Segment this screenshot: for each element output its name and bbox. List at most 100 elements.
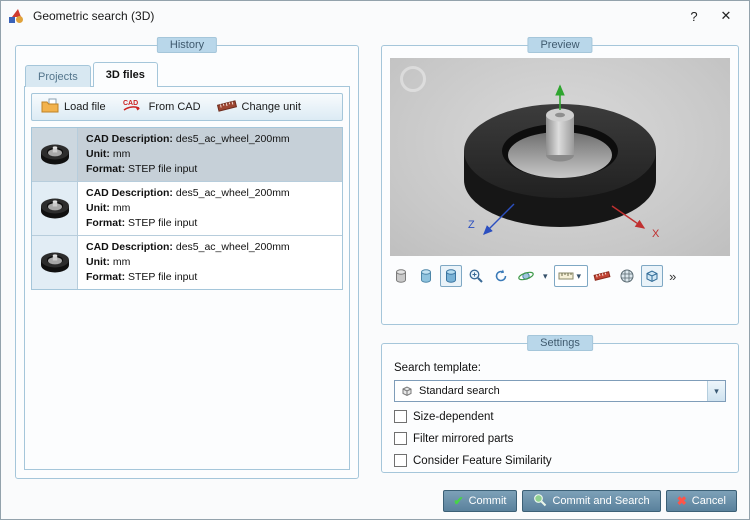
files-tab-panel: Load file CAD From CAD Change unit CAD D… — [24, 86, 350, 470]
settings-group: Settings Search template: Standard searc… — [381, 335, 739, 473]
fit-view-icon[interactable] — [490, 265, 512, 287]
load-file-button[interactable]: Load file — [41, 98, 106, 116]
file-meta: CAD Description: des5_ac_wheel_200mm Uni… — [78, 236, 298, 289]
commit-and-search-label: Commit and Search — [552, 495, 650, 507]
solid-cylinder-view-icon[interactable] — [390, 265, 412, 287]
app-icon — [8, 7, 26, 25]
feature-similarity-row[interactable]: Consider Feature Similarity — [394, 454, 552, 467]
cad-icon: CAD — [122, 98, 144, 116]
chevron-down-icon: ▾ — [714, 385, 719, 396]
field-label: Format: — [86, 271, 126, 283]
file-toolbar: Load file CAD From CAD Change unit — [31, 93, 343, 121]
file-meta-row: Unit: mm — [86, 147, 290, 162]
red-ruler-icon[interactable] — [591, 265, 613, 287]
field-label: Unit: — [86, 256, 110, 268]
history-group-label: History — [156, 37, 218, 53]
search-template-icon — [401, 385, 413, 397]
shaded-cylinder-view-icon[interactable] — [415, 265, 437, 287]
file-meta-row: Format: STEP file input — [86, 162, 290, 177]
field-value: mm — [112, 202, 131, 214]
file-meta-row: CAD Description: des5_ac_wheel_200mm — [86, 240, 290, 255]
close-button[interactable]: ✕ — [710, 3, 742, 29]
toolbar-overflow-chevron[interactable]: » — [669, 269, 676, 284]
field-value: des5_ac_wheel_200mm — [175, 133, 290, 145]
file-list-item[interactable]: CAD Description: des5_ac_wheel_200mm Uni… — [32, 128, 342, 182]
field-value: des5_ac_wheel_200mm — [175, 241, 290, 253]
history-tabs: Projects 3D files — [25, 62, 160, 87]
from-cad-button[interactable]: CAD From CAD — [122, 98, 201, 116]
combo-dropdown-button[interactable]: ▾ — [707, 381, 725, 401]
wheel-thumbnail — [32, 236, 78, 289]
cancel-button[interactable]: ✖ Cancel — [665, 490, 737, 512]
help-button[interactable]: ? — [678, 3, 710, 29]
tab-3d-files[interactable]: 3D files — [92, 62, 158, 87]
search-commit-icon — [533, 493, 547, 510]
file-list: CAD Description: des5_ac_wheel_200mm Uni… — [31, 127, 343, 290]
change-unit-label: Change unit — [241, 101, 301, 113]
file-meta-row: CAD Description: des5_ac_wheel_200mm — [86, 186, 290, 201]
window-title: Geometric search (3D) — [33, 9, 155, 23]
search-template-value: Standard search — [419, 385, 500, 397]
x-axis-label: X — [652, 228, 660, 240]
preview-group-label: Preview — [527, 37, 593, 53]
field-label: Unit: — [86, 202, 110, 214]
field-label: Format: — [86, 163, 126, 175]
file-meta-row: CAD Description: des5_ac_wheel_200mm — [86, 132, 290, 147]
svg-text:CAD: CAD — [123, 100, 138, 107]
preview-group: Preview Z X ▾ ▾ » — [381, 37, 739, 325]
file-list-item[interactable]: CAD Description: des5_ac_wheel_200mm Uni… — [32, 182, 342, 236]
size-dependent-label: Size-dependent — [413, 410, 494, 423]
geometric-search-dialog: Geometric search (3D) ? ✕ History Projec… — [0, 0, 750, 520]
load-file-icon — [41, 98, 59, 116]
cancel-label: Cancel — [691, 495, 726, 507]
wheel-thumbnail — [32, 128, 78, 181]
filter-mirrored-row[interactable]: Filter mirrored parts — [394, 432, 513, 445]
field-value: mm — [112, 148, 131, 160]
from-cad-label: From CAD — [148, 101, 201, 113]
preview-viewport[interactable]: Z X — [390, 58, 730, 256]
field-label: CAD Description: — [86, 187, 173, 199]
footer-buttons: ✔ Commit Commit and Search ✖ Cancel — [442, 490, 737, 512]
tab-projects[interactable]: Projects — [25, 65, 91, 87]
change-unit-button[interactable]: Change unit — [216, 99, 301, 116]
file-meta-row: Format: STEP file input — [86, 216, 290, 231]
field-label: CAD Description: — [86, 133, 173, 145]
field-label: CAD Description: — [86, 241, 173, 253]
file-meta: CAD Description: des5_ac_wheel_200mm Uni… — [78, 182, 298, 235]
size-dependent-checkbox[interactable] — [394, 410, 407, 423]
settings-group-label: Settings — [527, 335, 593, 351]
active-cylinder-view-icon[interactable] — [440, 265, 462, 287]
field-value: STEP file input — [128, 271, 198, 283]
mesh-sphere-icon[interactable] — [616, 265, 638, 287]
filter-mirrored-checkbox[interactable] — [394, 432, 407, 445]
zoom-in-icon[interactable] — [465, 265, 487, 287]
measure-tool-dropdown[interactable]: ▾ — [553, 265, 589, 287]
clip-box-icon[interactable] — [641, 265, 664, 287]
x-icon: ✖ — [676, 494, 687, 508]
chevron-down-icon: ▾ — [576, 270, 582, 281]
file-meta-row: Format: STEP file input — [86, 270, 290, 285]
feature-similarity-label: Consider Feature Similarity — [413, 454, 552, 467]
wheel-3d-model: Z X — [464, 84, 660, 240]
size-dependent-row[interactable]: Size-dependent — [394, 410, 494, 423]
file-list-item[interactable]: CAD Description: des5_ac_wheel_200mm Uni… — [32, 236, 342, 289]
commit-and-search-button[interactable]: Commit and Search — [522, 490, 661, 512]
wheel-thumbnail — [32, 182, 78, 235]
feature-similarity-checkbox[interactable] — [394, 454, 407, 467]
file-meta-row: Unit: mm — [86, 201, 290, 216]
search-template-label: Search template: — [394, 362, 481, 374]
field-label: Format: — [86, 217, 126, 229]
preview-toolbar: ▾ ▾ » — [390, 262, 730, 290]
commit-label: Commit — [468, 495, 507, 507]
commit-button[interactable]: ✔ Commit — [442, 490, 518, 512]
search-template-select[interactable]: Standard search ▾ — [394, 380, 726, 402]
ruler-icon — [216, 99, 237, 116]
field-value: des5_ac_wheel_200mm — [175, 187, 290, 199]
history-group: History Projects 3D files Load file CAD … — [15, 37, 359, 479]
rotate-view-icon[interactable] — [515, 265, 537, 287]
rotate-dropdown-icon[interactable]: ▾ — [540, 271, 551, 282]
field-value: STEP file input — [128, 163, 198, 175]
file-meta-row: Unit: mm — [86, 255, 290, 270]
field-label: Unit: — [86, 148, 110, 160]
check-icon: ✔ — [453, 494, 464, 508]
